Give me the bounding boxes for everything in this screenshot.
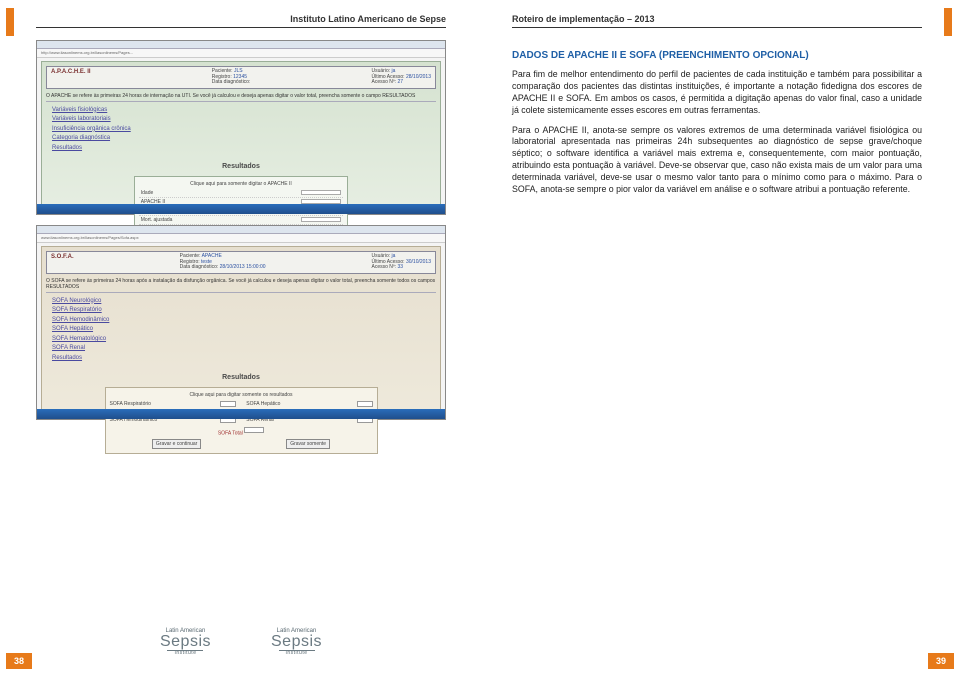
section-title: DADOS DE APACHE II E SOFA (PREENCHIMENTO… [482, 40, 952, 69]
link-sofa-neuro[interactable]: SOFA Neurológico [52, 297, 430, 307]
footer-left: Latin American Sepsis Institute Latin Am… [6, 628, 476, 656]
right-header: Roteiro de implementação – 2013 [512, 8, 922, 28]
page-number-left: 38 [6, 653, 32, 669]
inp-sofa-total[interactable] [244, 427, 264, 433]
row-idade: Idade [139, 189, 344, 198]
window-titlebar [37, 41, 445, 49]
link-sofa-hepa[interactable]: SOFA Hepático [52, 325, 430, 335]
right-header-text: Roteiro de implementação – 2013 [512, 14, 655, 24]
btn-sofa-gravar-cont[interactable]: Gravar e continuar [152, 439, 201, 449]
right-corner-accent [944, 8, 952, 36]
apache-instruction: O APACHE se refere às primeiras 24 horas… [46, 91, 436, 102]
link-insuficiencia[interactable]: Insuficiência orgânica crônica [52, 125, 430, 135]
taskbar-2 [37, 409, 445, 419]
browser-urlbar: http://www.ilasonlinems.org.br/ilasonlin… [37, 49, 445, 58]
left-header: Instituto Latino Americano de Sepse [36, 8, 446, 28]
sofa-panel: S.O.F.A. Paciente: APACHE Registro: test… [41, 246, 441, 415]
screenshot-sofa: www.ilasonlinems.org.br/ilasonlinems/Pag… [36, 225, 446, 420]
logo-2: Latin American Sepsis Institute [271, 628, 322, 656]
link-sofa-resultados[interactable]: Resultados [52, 354, 430, 364]
sofa-resultados-heading: Resultados [46, 374, 436, 381]
user-info: Usuário: ja Último Acesso: 28/10/2013 Ac… [372, 69, 432, 86]
resultados-heading: Resultados [46, 163, 436, 170]
browser-urlbar-2: www.ilasonlinems.org.br/ilasonlinems/Pag… [37, 234, 445, 243]
window-titlebar-2 [37, 226, 445, 234]
apache-panel: A.P.A.C.H.E. II Paciente: JLS Registro: … [41, 61, 441, 210]
apache-links: Variáveis fisiológicas Variáveis laborat… [46, 102, 436, 158]
screenshot-apache: http://www.ilasonlinems.org.br/ilasonlin… [36, 40, 446, 215]
sofa-total-label: SOFA Total [218, 430, 243, 436]
page-number-right: 39 [928, 653, 954, 669]
link-fisiologicas[interactable]: Variáveis fisiológicas [52, 106, 430, 116]
logo-1: Latin American Sepsis Institute [160, 628, 211, 656]
sofa-user-info: Usuário: ja Último Acesso: 30/10/2013 Ac… [372, 254, 432, 271]
left-corner-accent [6, 8, 14, 36]
btn-sofa-gravar-som[interactable]: Gravar somente [286, 439, 330, 449]
inp-sofa-resp[interactable] [220, 401, 236, 407]
link-sofa-hemat[interactable]: SOFA Hematológico [52, 335, 430, 345]
sofa-instruction: O SOFA se refere às primeiras 24 horas a… [46, 276, 436, 293]
sofa-dialog-note[interactable]: Clique aqui para digitar somente os resu… [110, 392, 373, 400]
link-categoria[interactable]: Categoria diagnóstica [52, 134, 430, 144]
link-resultados-apache[interactable]: Resultados [52, 144, 430, 154]
paragraph-1: Para fim de melhor entendimento do perfi… [482, 69, 952, 125]
link-laboratoriais[interactable]: Variáveis laboratoriais [52, 115, 430, 125]
sofa-patient-info: Paciente: APACHE Registro: teste Data di… [180, 254, 266, 271]
paragraph-2: Para o APACHE II, anota-se sempre os val… [482, 125, 952, 204]
sofa-links: SOFA Neurológico SOFA Respiratório SOFA … [46, 293, 436, 368]
taskbar [37, 204, 445, 214]
panel-title: A.P.A.C.H.E. II [51, 69, 91, 86]
sofa-title: S.O.F.A. [51, 254, 74, 271]
link-sofa-hemo[interactable]: SOFA Hemodinâmico [52, 316, 430, 326]
apache-dialog-note[interactable]: Clique aqui para somente digitar o APACH… [139, 181, 344, 189]
link-sofa-resp[interactable]: SOFA Respiratório [52, 306, 430, 316]
inp-sofa-hepa[interactable] [357, 401, 373, 407]
page-left: Instituto Latino Americano de Sepse http… [6, 8, 476, 668]
link-sofa-renal[interactable]: SOFA Renal [52, 344, 430, 354]
sofa-grid: Clique aqui para digitar somente os resu… [105, 387, 378, 455]
left-header-text: Instituto Latino Americano de Sepse [290, 14, 446, 24]
patient-info: Paciente: JLS Registro: 12345 Data diagn… [212, 69, 251, 86]
page-right: Roteiro de implementação – 2013 DADOS DE… [482, 8, 952, 668]
